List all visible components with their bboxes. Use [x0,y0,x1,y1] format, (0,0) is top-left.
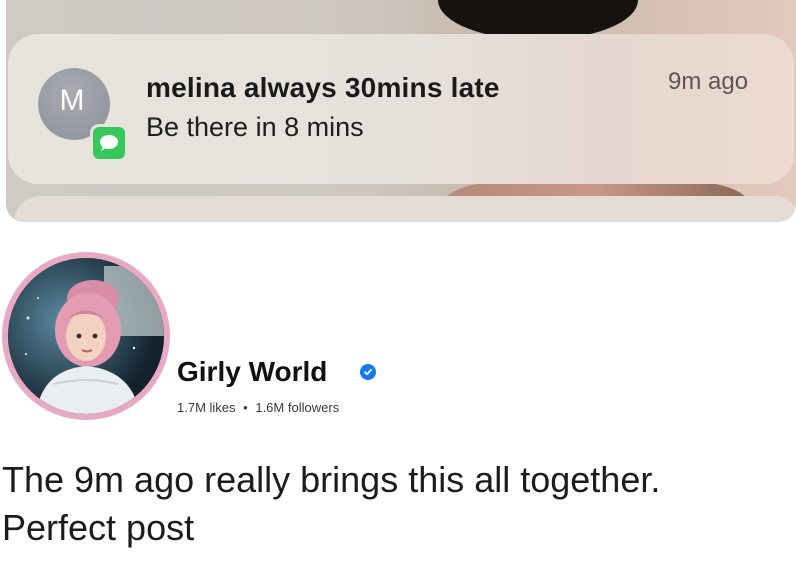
messages-app-icon [90,124,128,162]
page-likes: 1.7M likes [177,400,236,415]
page-name[interactable]: Girly World [177,356,327,388]
profile-avatar[interactable] [8,258,164,414]
page-followers: 1.6M followers [255,400,340,415]
contact-avatar-initial: M [59,84,85,117]
stats-separator: • [243,400,248,415]
post-caption: The 9m ago really brings this all togeth… [2,456,792,552]
notification-card[interactable] [8,34,794,184]
post-caption-line: The 9m ago really brings this all togeth… [2,459,661,500]
notification-card-stacked [14,196,796,222]
verified-check-icon [364,368,372,376]
notification-time: 9m ago [668,68,749,95]
post-caption-line: Perfect post [2,507,195,548]
verified-badge [360,364,376,380]
page-stats: 1.7M likes • 1.6M followers [177,400,339,415]
notification-sender: melina always 30mins late [146,72,500,103]
messages-bubble-icon [100,135,118,151]
profile-illustration [8,258,164,414]
notification-message: Be there in 8 mins [146,112,364,142]
